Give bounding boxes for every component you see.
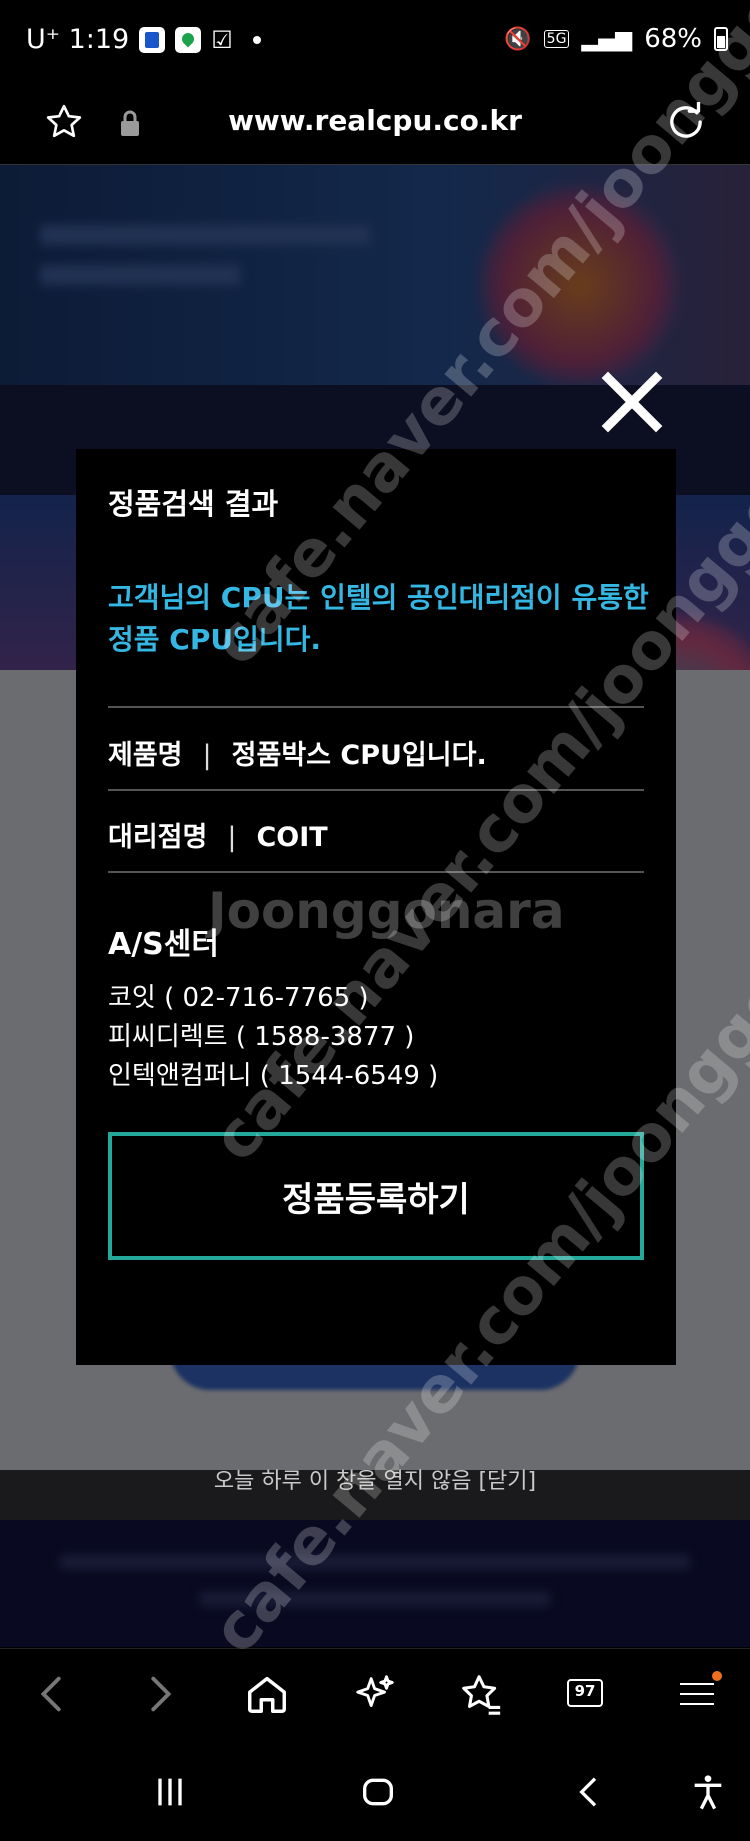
result-description: 고객님의 CPU는 인텔의 공인대리점이 유통한 정품 CPU입니다. [108, 581, 649, 656]
back-icon[interactable] [30, 1671, 76, 1717]
accessibility-icon[interactable] [688, 1772, 728, 1812]
status-time: U⁺ 1:19 [26, 24, 130, 55]
bookmarks-icon[interactable] [458, 1671, 504, 1717]
mute-icon: 🔇 [504, 26, 532, 52]
menu-icon[interactable] [676, 1671, 722, 1717]
home-button-icon[interactable] [358, 1772, 398, 1812]
modal-title: 정품검색 결과 [108, 487, 279, 521]
product-label: 제품명 [108, 740, 183, 771]
sparkle-icon[interactable] [352, 1671, 398, 1717]
tabs-icon[interactable]: 97 [564, 1671, 610, 1717]
network-type: 5G [543, 30, 570, 48]
dealer-value: COIT [256, 822, 328, 853]
system-back-icon[interactable] [570, 1772, 610, 1812]
dealer-label: 대리점명 [108, 822, 208, 853]
close-icon[interactable] [600, 370, 664, 434]
notification-dot [712, 1671, 722, 1681]
separator: | [202, 740, 212, 771]
forward-icon[interactable] [136, 1671, 182, 1717]
product-value: 정품박스 CPU입니다. [231, 740, 487, 771]
divider [108, 871, 644, 873]
home-icon[interactable] [244, 1671, 290, 1717]
dealer-row: 대리점명 | COIT [108, 815, 328, 854]
signal-icon: ▂▄▆ [581, 26, 633, 52]
more-notifications-dot [252, 35, 261, 44]
brand-watermark: Joonggonara [208, 882, 565, 940]
browser-bottom-nav: 97 [0, 1648, 750, 1741]
tab-count: 97 [574, 1682, 596, 1700]
as-center-title: A/S센터 [108, 927, 219, 962]
product-row: 제품명 | 정품박스 CPU입니다. [108, 733, 487, 772]
separator: | [227, 822, 237, 853]
check-icon: ☑ [211, 25, 233, 54]
notification-map-icon [175, 26, 202, 53]
notification-app-icon [139, 26, 166, 53]
status-bar: U⁺ 1:19 ☑ 🔇 5G ▂▄▆ 68% [0, 0, 750, 84]
system-nav-bar [0, 1740, 750, 1841]
recent-apps-icon[interactable] [150, 1772, 190, 1812]
